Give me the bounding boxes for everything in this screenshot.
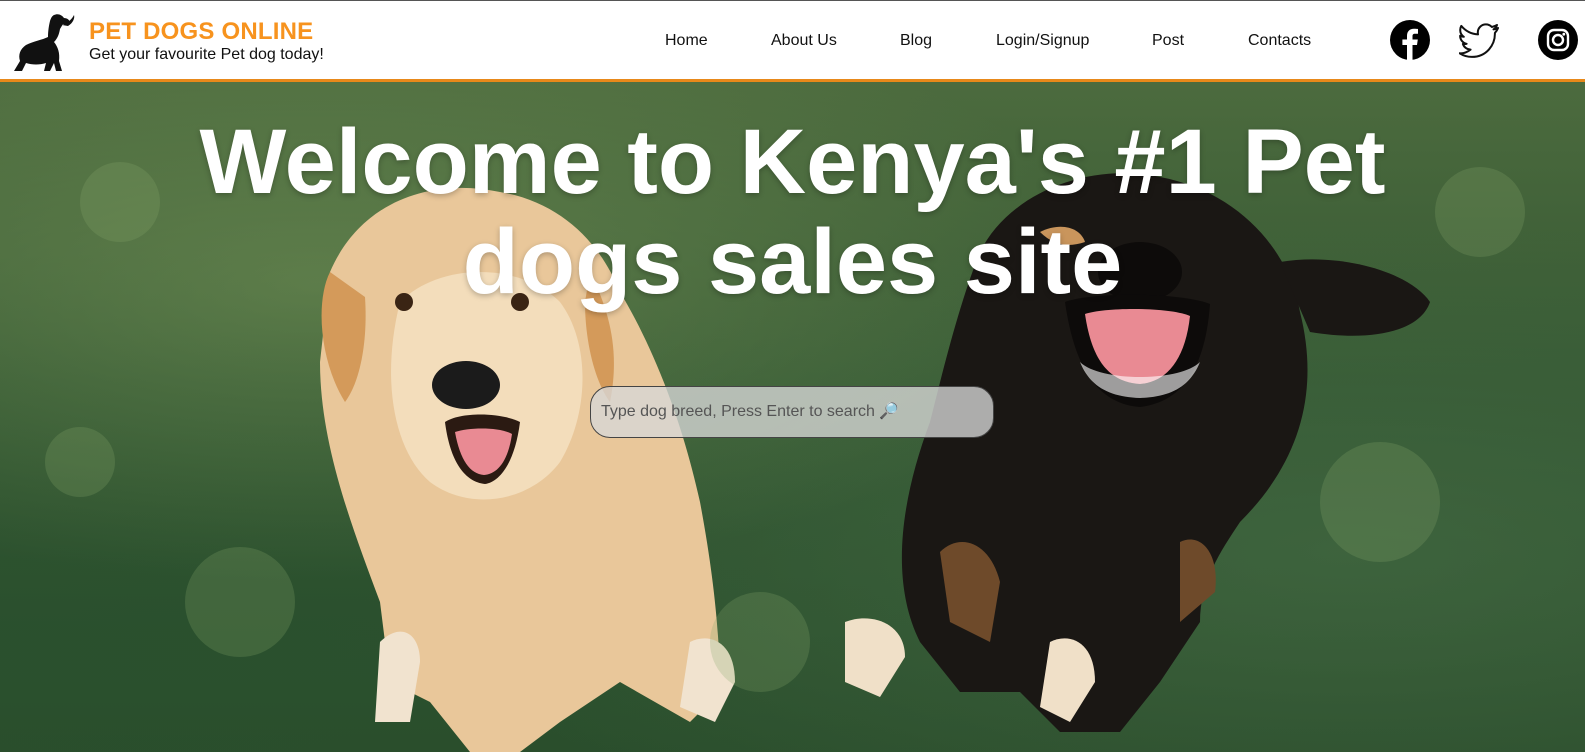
- instagram-icon[interactable]: [1537, 19, 1579, 61]
- site-header: PET DOGS ONLINE Get your favourite Pet d…: [0, 0, 1585, 82]
- brand-tagline: Get your favourite Pet dog today!: [89, 46, 324, 63]
- nav-home[interactable]: Home: [665, 32, 708, 50]
- nav-about-us[interactable]: About Us: [771, 32, 837, 50]
- hero-section: Welcome to Kenya's #1 Pet dogs sales sit…: [0, 82, 1585, 752]
- dog-silhouette-icon[interactable]: [10, 9, 76, 75]
- nav-login-signup[interactable]: Login/Signup: [996, 32, 1089, 50]
- dog-breed-search-input[interactable]: [590, 386, 994, 438]
- nav-contacts[interactable]: Contacts: [1248, 32, 1311, 50]
- nav-blog[interactable]: Blog: [900, 32, 932, 50]
- nav-post[interactable]: Post: [1152, 32, 1184, 50]
- hero-title: Welcome to Kenya's #1 Pet dogs sales sit…: [199, 111, 1386, 313]
- facebook-icon[interactable]: [1389, 19, 1431, 61]
- brand-title[interactable]: PET DOGS ONLINE: [89, 18, 313, 46]
- twitter-icon[interactable]: [1459, 19, 1501, 61]
